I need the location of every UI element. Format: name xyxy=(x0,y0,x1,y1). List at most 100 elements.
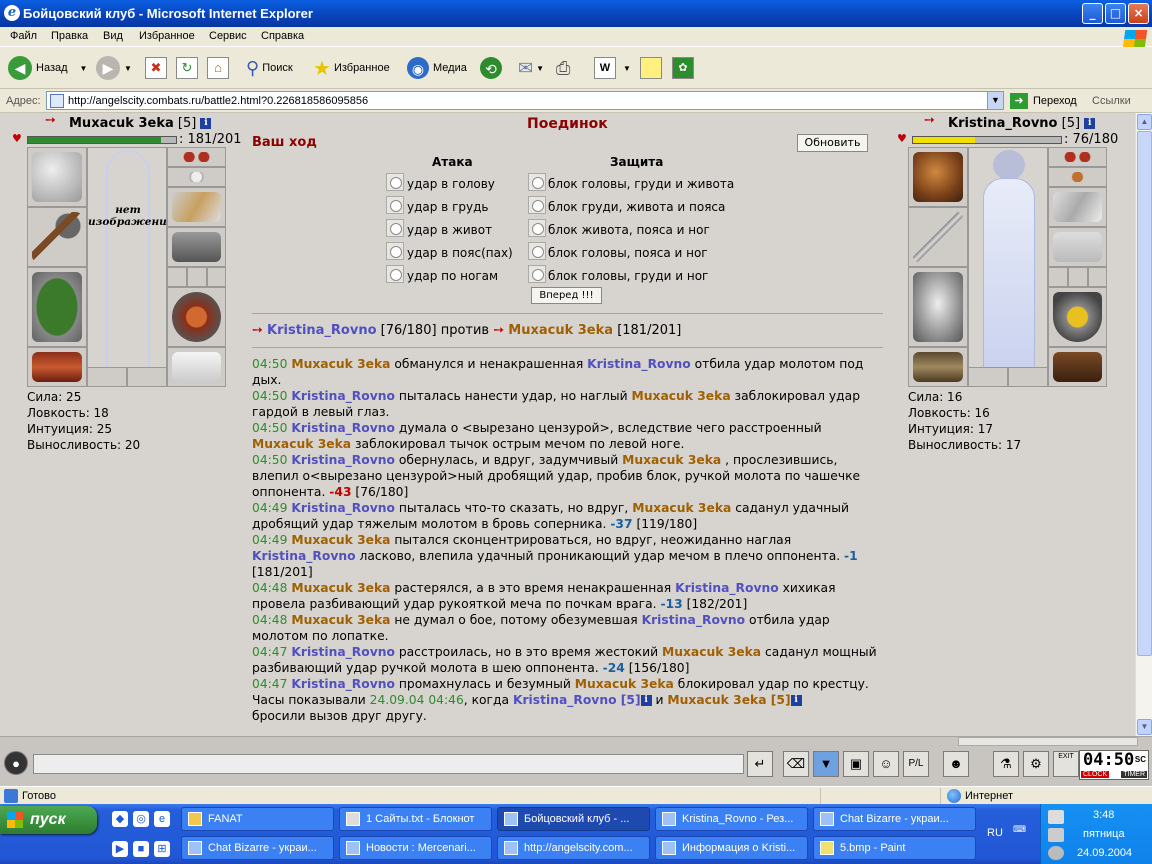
task-item[interactable]: Новости : Mercenari... xyxy=(339,836,492,860)
log-player-name[interactable]: Muxacuk 3eka xyxy=(291,581,390,595)
forward-button[interactable]: ▶ ▼ xyxy=(96,56,132,80)
log-player-name[interactable]: Muxacuk 3eka xyxy=(622,453,721,467)
vs-right-name[interactable]: Muxacuk 3eka xyxy=(508,323,613,338)
quicklaunch-icon[interactable]: ■ xyxy=(133,841,149,857)
submit-move-button[interactable]: Вперед !!! xyxy=(531,287,602,304)
exit-button[interactable]: EXIT xyxy=(1053,751,1079,777)
save-icon[interactable]: ▣ xyxy=(843,751,869,777)
attack-radio-legs[interactable] xyxy=(386,265,404,283)
history-button[interactable]: ⟲ xyxy=(480,56,506,80)
eraser-icon[interactable]: ⌫ xyxy=(783,751,809,777)
search-button[interactable]: ⚲ Поиск xyxy=(246,56,293,80)
player1-ring-slot[interactable] xyxy=(87,367,127,387)
player2-shield-slot[interactable] xyxy=(1048,287,1107,347)
task-item[interactable]: Chat Bizarre - украи... xyxy=(181,836,334,860)
menu-favorites[interactable]: Избранное xyxy=(139,30,195,42)
player1-helmet-slot[interactable] xyxy=(27,147,87,207)
settings-icon[interactable]: ⚙ xyxy=(1023,751,1049,777)
player1-gloves-slot[interactable] xyxy=(167,227,226,267)
minimize-button[interactable]: _ xyxy=(1082,3,1103,24)
back-button[interactable]: ◀ Назад ▼ xyxy=(8,56,87,80)
tray-time[interactable]: 3:48 xyxy=(1093,809,1114,821)
links-button[interactable]: Ссылки xyxy=(1092,95,1131,107)
edit-word-button[interactable]: W ▼ xyxy=(594,56,631,80)
quicklaunch-icon[interactable]: ◆ xyxy=(112,811,128,827)
menu-view[interactable]: Вид xyxy=(103,30,123,42)
log-player-name[interactable]: Muxacuk 3eka xyxy=(291,613,390,627)
player1-name[interactable]: Muxacuk 3eka xyxy=(69,116,174,131)
log-player-name[interactable]: Muxacuk 3eka xyxy=(291,533,390,547)
quicklaunch-ie-icon[interactable]: e xyxy=(154,811,170,827)
log-player-name[interactable]: Kristina_Rovno xyxy=(252,549,356,563)
player1-ring-slot[interactable] xyxy=(167,267,187,287)
task-item[interactable]: 5.bmp - Paint xyxy=(813,836,976,860)
player2-name[interactable]: Kristina_Rovno xyxy=(948,116,1057,131)
task-item-active[interactable]: Бойцовский клуб - ... xyxy=(497,807,650,831)
address-dropdown-icon[interactable]: ▼ xyxy=(987,92,1003,109)
inventory-icon[interactable]: ⚗ xyxy=(993,751,1019,777)
scroll-thumb[interactable] xyxy=(1137,131,1152,656)
messenger-button[interactable]: ✿ xyxy=(672,56,697,80)
menu-tools[interactable]: Сервис xyxy=(209,30,247,42)
player2-armor-slot[interactable] xyxy=(908,267,968,347)
chat-menu-icon[interactable]: ● xyxy=(4,751,28,775)
mail-button[interactable]: ✉ ▼ xyxy=(518,56,544,80)
vertical-scrollbar[interactable]: ▲ ▼ xyxy=(1135,113,1152,736)
stop-button[interactable]: ✖ xyxy=(145,56,170,80)
log-player-name[interactable]: Kristina_Rovno xyxy=(291,453,395,467)
player2-ring-slot[interactable] xyxy=(1088,267,1107,287)
task-item[interactable]: Информация о Kristi... xyxy=(655,836,808,860)
quicklaunch-icon[interactable]: ◎ xyxy=(133,811,149,827)
player2-earrings-slot[interactable] xyxy=(1048,147,1107,167)
player1-ring-slot[interactable] xyxy=(207,267,226,287)
player1-amulet-slot[interactable] xyxy=(167,167,226,187)
log-player-name[interactable]: Kristina_Rovno [5] xyxy=(513,693,641,707)
task-item[interactable]: Chat Bizarre - украи... xyxy=(813,807,976,831)
menu-help[interactable]: Справка xyxy=(261,30,304,42)
log-player-name[interactable]: Muxacuk 3eka xyxy=(632,501,731,515)
menu-file[interactable]: Файл xyxy=(10,30,37,42)
log-player-name[interactable]: Muxacuk 3eka xyxy=(662,645,761,659)
player2-avatar[interactable] xyxy=(968,147,1048,387)
task-item[interactable]: FANAT xyxy=(181,807,334,831)
filter-icon[interactable]: ▼ xyxy=(813,751,839,777)
player1-ring-slot[interactable] xyxy=(127,367,167,387)
maximize-button[interactable]: □ xyxy=(1105,3,1126,24)
attack-radio-chest[interactable] xyxy=(386,196,404,214)
tray-icon[interactable] xyxy=(1048,846,1064,860)
player2-info-icon[interactable]: i xyxy=(640,695,652,706)
refresh-battle-button[interactable]: Обновить xyxy=(797,134,868,152)
vs-left-name[interactable]: Kristina_Rovno xyxy=(267,323,376,338)
defense-radio-5[interactable] xyxy=(528,265,546,283)
log-player-name[interactable]: Muxacuk 3eka xyxy=(575,677,674,691)
translit-icon[interactable]: P/L xyxy=(903,751,929,777)
player2-boots-slot[interactable] xyxy=(1048,347,1107,387)
log-player-name[interactable]: Kristina_Rovno xyxy=(291,677,395,691)
log-player-name[interactable]: Muxacuk 3eka xyxy=(632,389,731,403)
notes-button[interactable] xyxy=(640,56,665,80)
quicklaunch-icon[interactable]: ▶ xyxy=(112,841,128,857)
scroll-down-icon[interactable]: ▼ xyxy=(1137,719,1152,735)
media-button[interactable]: ◉ Медиа xyxy=(407,56,467,80)
defense-radio-1[interactable] xyxy=(528,173,546,191)
player2-ring-slot[interactable] xyxy=(968,367,1008,387)
player1-shield-slot[interactable] xyxy=(167,287,226,347)
attack-radio-belly[interactable] xyxy=(386,219,404,237)
log-player-name[interactable]: Muxacuk 3eka [5] xyxy=(667,693,790,707)
player2-amulet-slot[interactable] xyxy=(1048,167,1107,187)
scroll-up-icon[interactable]: ▲ xyxy=(1137,114,1152,130)
go-button[interactable]: ➜ Переход xyxy=(1010,93,1077,109)
log-player-name[interactable]: Kristina_Rovno xyxy=(642,613,746,627)
log-player-name[interactable]: Muxacuk 3eka xyxy=(252,437,351,451)
player1-bracers-slot[interactable] xyxy=(167,187,226,227)
quicklaunch-icon[interactable]: ⊞ xyxy=(154,841,170,857)
log-player-name[interactable]: Kristina_Rovno xyxy=(587,357,691,371)
task-item[interactable]: 1 Сайты.txt - Блокнот xyxy=(339,807,492,831)
defense-radio-4[interactable] xyxy=(528,242,546,260)
player2-ring-slot[interactable] xyxy=(1048,267,1068,287)
player1-avatar[interactable]: нет изображения xyxy=(87,147,175,387)
chat-input[interactable] xyxy=(33,754,744,774)
close-button[interactable]: × xyxy=(1128,3,1149,24)
log-player-name[interactable]: Kristina_Rovno xyxy=(291,389,395,403)
send-icon[interactable]: ↵ xyxy=(747,751,773,777)
